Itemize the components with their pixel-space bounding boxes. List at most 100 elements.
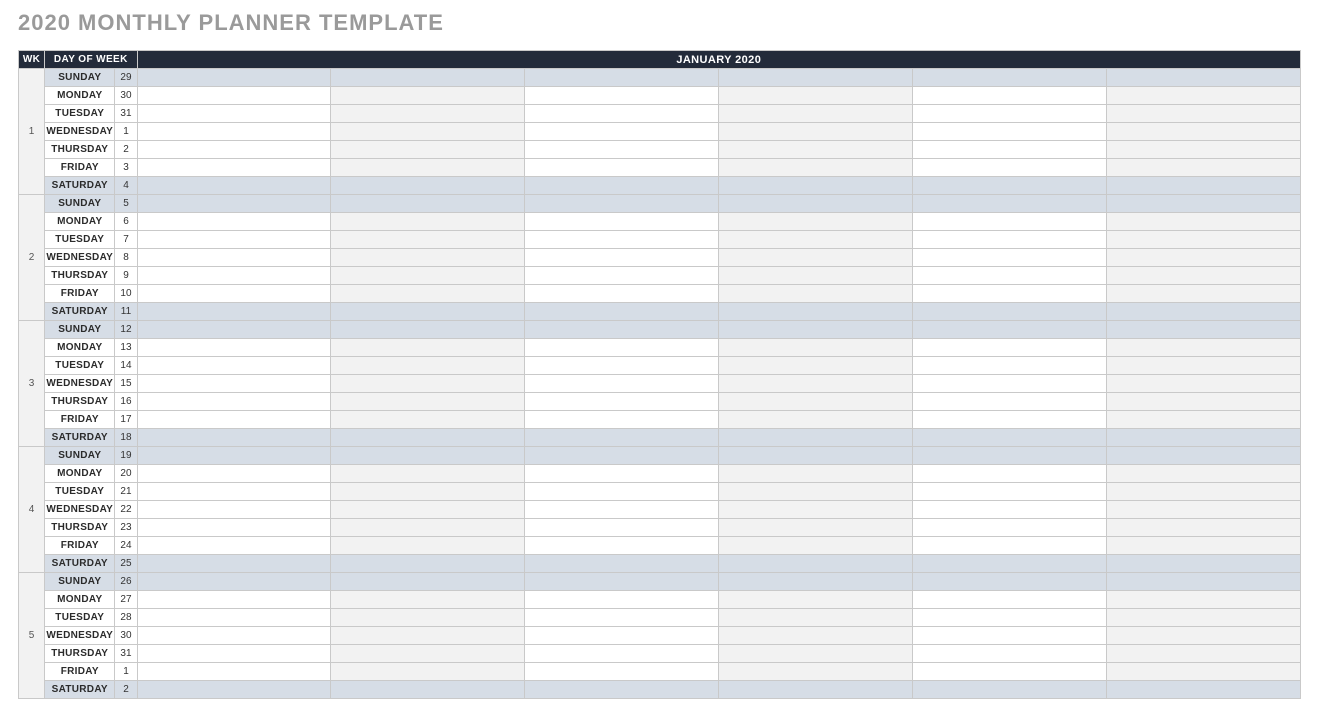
entry-cell[interactable] bbox=[719, 267, 913, 285]
entry-cell[interactable] bbox=[525, 375, 719, 393]
entry-cell[interactable] bbox=[137, 447, 331, 465]
entry-cell[interactable] bbox=[137, 285, 331, 303]
entry-cell[interactable] bbox=[331, 285, 525, 303]
entry-cell[interactable] bbox=[719, 69, 913, 87]
entry-cell[interactable] bbox=[913, 519, 1107, 537]
entry-cell[interactable] bbox=[331, 663, 525, 681]
entry-cell[interactable] bbox=[137, 195, 331, 213]
entry-cell[interactable] bbox=[1106, 375, 1300, 393]
entry-cell[interactable] bbox=[137, 555, 331, 573]
entry-cell[interactable] bbox=[331, 87, 525, 105]
entry-cell[interactable] bbox=[331, 105, 525, 123]
entry-cell[interactable] bbox=[525, 357, 719, 375]
entry-cell[interactable] bbox=[331, 159, 525, 177]
entry-cell[interactable] bbox=[1106, 69, 1300, 87]
entry-cell[interactable] bbox=[525, 429, 719, 447]
entry-cell[interactable] bbox=[331, 357, 525, 375]
entry-cell[interactable] bbox=[525, 609, 719, 627]
entry-cell[interactable] bbox=[719, 447, 913, 465]
entry-cell[interactable] bbox=[331, 447, 525, 465]
entry-cell[interactable] bbox=[719, 249, 913, 267]
entry-cell[interactable] bbox=[525, 195, 719, 213]
entry-cell[interactable] bbox=[331, 249, 525, 267]
entry-cell[interactable] bbox=[1106, 609, 1300, 627]
entry-cell[interactable] bbox=[525, 645, 719, 663]
entry-cell[interactable] bbox=[331, 213, 525, 231]
entry-cell[interactable] bbox=[913, 195, 1107, 213]
entry-cell[interactable] bbox=[525, 249, 719, 267]
entry-cell[interactable] bbox=[331, 483, 525, 501]
entry-cell[interactable] bbox=[1106, 501, 1300, 519]
entry-cell[interactable] bbox=[525, 123, 719, 141]
entry-cell[interactable] bbox=[1106, 573, 1300, 591]
entry-cell[interactable] bbox=[525, 411, 719, 429]
entry-cell[interactable] bbox=[719, 429, 913, 447]
entry-cell[interactable] bbox=[137, 591, 331, 609]
entry-cell[interactable] bbox=[331, 555, 525, 573]
entry-cell[interactable] bbox=[525, 555, 719, 573]
entry-cell[interactable] bbox=[719, 285, 913, 303]
entry-cell[interactable] bbox=[137, 627, 331, 645]
entry-cell[interactable] bbox=[525, 573, 719, 591]
entry-cell[interactable] bbox=[331, 609, 525, 627]
entry-cell[interactable] bbox=[525, 105, 719, 123]
entry-cell[interactable] bbox=[719, 627, 913, 645]
entry-cell[interactable] bbox=[331, 411, 525, 429]
entry-cell[interactable] bbox=[913, 177, 1107, 195]
entry-cell[interactable] bbox=[525, 285, 719, 303]
entry-cell[interactable] bbox=[137, 393, 331, 411]
entry-cell[interactable] bbox=[913, 357, 1107, 375]
entry-cell[interactable] bbox=[913, 285, 1107, 303]
entry-cell[interactable] bbox=[331, 591, 525, 609]
entry-cell[interactable] bbox=[913, 501, 1107, 519]
entry-cell[interactable] bbox=[913, 555, 1107, 573]
entry-cell[interactable] bbox=[1106, 303, 1300, 321]
entry-cell[interactable] bbox=[1106, 663, 1300, 681]
entry-cell[interactable] bbox=[1106, 159, 1300, 177]
entry-cell[interactable] bbox=[525, 141, 719, 159]
entry-cell[interactable] bbox=[1106, 321, 1300, 339]
entry-cell[interactable] bbox=[719, 645, 913, 663]
entry-cell[interactable] bbox=[525, 663, 719, 681]
entry-cell[interactable] bbox=[1106, 411, 1300, 429]
entry-cell[interactable] bbox=[525, 681, 719, 699]
entry-cell[interactable] bbox=[1106, 645, 1300, 663]
entry-cell[interactable] bbox=[331, 501, 525, 519]
entry-cell[interactable] bbox=[1106, 465, 1300, 483]
entry-cell[interactable] bbox=[331, 681, 525, 699]
entry-cell[interactable] bbox=[719, 591, 913, 609]
entry-cell[interactable] bbox=[719, 231, 913, 249]
entry-cell[interactable] bbox=[137, 429, 331, 447]
entry-cell[interactable] bbox=[913, 249, 1107, 267]
entry-cell[interactable] bbox=[719, 555, 913, 573]
entry-cell[interactable] bbox=[525, 213, 719, 231]
entry-cell[interactable] bbox=[913, 483, 1107, 501]
entry-cell[interactable] bbox=[719, 411, 913, 429]
entry-cell[interactable] bbox=[1106, 249, 1300, 267]
entry-cell[interactable] bbox=[913, 159, 1107, 177]
entry-cell[interactable] bbox=[913, 231, 1107, 249]
entry-cell[interactable] bbox=[525, 87, 719, 105]
entry-cell[interactable] bbox=[137, 141, 331, 159]
entry-cell[interactable] bbox=[137, 303, 331, 321]
entry-cell[interactable] bbox=[913, 627, 1107, 645]
entry-cell[interactable] bbox=[1106, 285, 1300, 303]
entry-cell[interactable] bbox=[719, 573, 913, 591]
entry-cell[interactable] bbox=[913, 681, 1107, 699]
entry-cell[interactable] bbox=[1106, 105, 1300, 123]
entry-cell[interactable] bbox=[913, 87, 1107, 105]
entry-cell[interactable] bbox=[331, 537, 525, 555]
entry-cell[interactable] bbox=[719, 519, 913, 537]
entry-cell[interactable] bbox=[525, 321, 719, 339]
entry-cell[interactable] bbox=[137, 69, 331, 87]
entry-cell[interactable] bbox=[137, 573, 331, 591]
entry-cell[interactable] bbox=[719, 609, 913, 627]
entry-cell[interactable] bbox=[1106, 87, 1300, 105]
entry-cell[interactable] bbox=[137, 537, 331, 555]
entry-cell[interactable] bbox=[719, 537, 913, 555]
entry-cell[interactable] bbox=[1106, 213, 1300, 231]
entry-cell[interactable] bbox=[525, 267, 719, 285]
entry-cell[interactable] bbox=[525, 591, 719, 609]
entry-cell[interactable] bbox=[913, 447, 1107, 465]
entry-cell[interactable] bbox=[1106, 483, 1300, 501]
